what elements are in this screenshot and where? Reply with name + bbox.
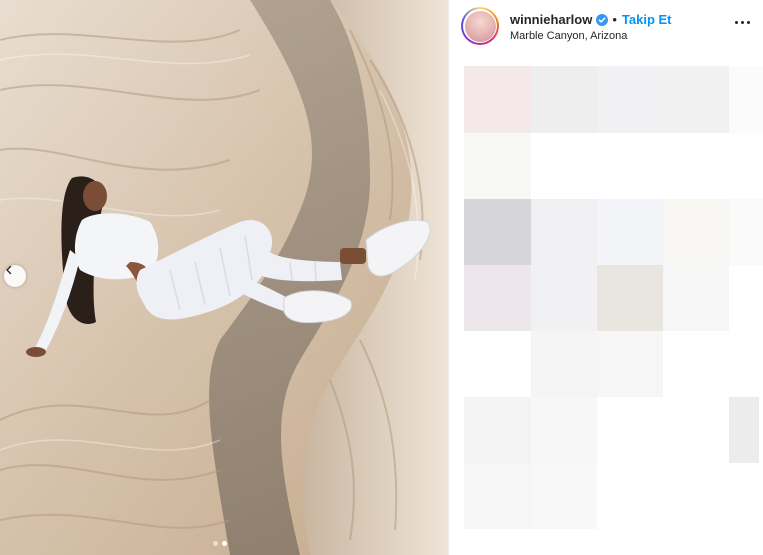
carousel-prev-button[interactable] [4,265,26,287]
more-options-icon [735,21,738,24]
follow-button[interactable]: Takip Et [622,12,672,27]
author-line: winnieharlow • Takip Et [510,12,672,27]
post-side-panel: winnieharlow • Takip Et Marble Canyon, A… [448,0,763,555]
post-header: winnieharlow • Takip Et Marble Canyon, A… [449,0,763,56]
verified-badge-icon [596,13,609,26]
carousel-indicator [213,541,227,546]
avatar-story-ring[interactable] [461,7,499,45]
carousel-dot [213,541,218,546]
post-media[interactable] [0,0,448,555]
separator-dot: • [612,12,617,27]
carousel-dot-active [222,541,227,546]
avatar[interactable] [464,10,496,42]
username-link[interactable]: winnieharlow [510,12,592,27]
more-options-button[interactable] [733,17,752,28]
post-photo [0,0,448,555]
location-link[interactable]: Marble Canyon, Arizona [510,30,627,42]
chevron-left-icon [6,265,12,275]
instagram-post: winnieharlow • Takip Et Marble Canyon, A… [0,0,763,555]
obscured-comments-area [449,56,763,555]
